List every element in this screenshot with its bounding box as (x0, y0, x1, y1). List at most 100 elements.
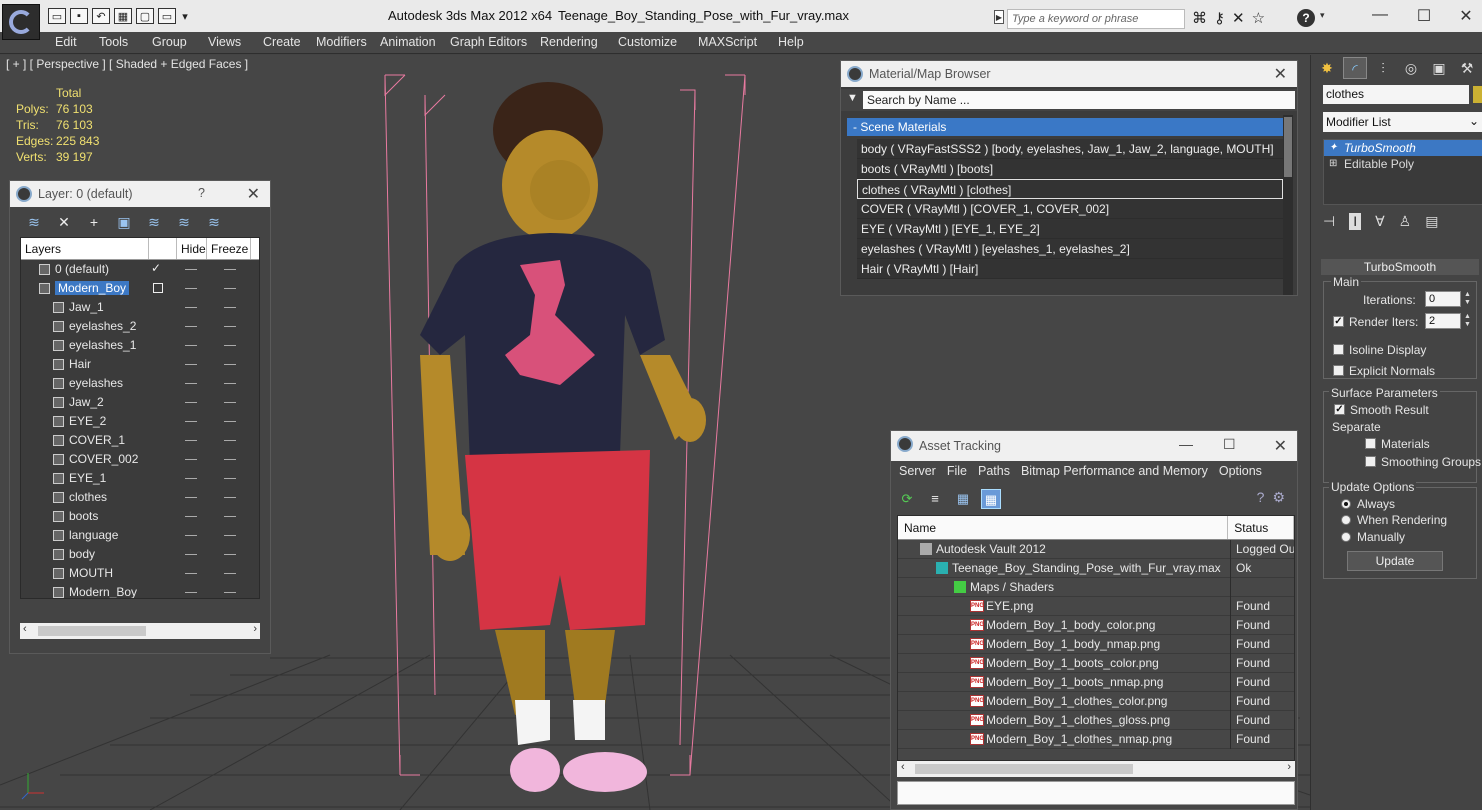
delete-layer-icon[interactable]: ✕ (54, 213, 74, 231)
material-item[interactable]: body ( VRayFastSSS2 ) [body, eyelashes, … (857, 139, 1283, 159)
menu-maxscript[interactable]: MAXScript (698, 35, 757, 49)
hide-toggle[interactable] (185, 383, 197, 384)
menu-customize[interactable]: Customize (618, 35, 677, 49)
freeze-toggle[interactable] (224, 364, 236, 365)
hide-toggle[interactable] (185, 497, 197, 498)
asset-path-field[interactable] (897, 781, 1295, 805)
menu-graph-editors[interactable]: Graph Editors (450, 35, 527, 49)
scroll-thumb[interactable] (1284, 117, 1292, 177)
materials-checkbox[interactable] (1365, 438, 1376, 449)
freeze-toggle[interactable] (224, 288, 236, 289)
update-button[interactable]: Update (1347, 551, 1443, 571)
make-unique-icon[interactable]: ∀ (1375, 213, 1385, 230)
menu-rendering[interactable]: Rendering (540, 35, 598, 49)
search-expand-icon[interactable]: ▶ (994, 10, 1004, 24)
layer-row[interactable]: Jaw_1 (21, 298, 259, 317)
list-view-icon[interactable]: ≡ (925, 489, 945, 509)
hide-all-icon[interactable]: ≋ (174, 213, 194, 231)
freeze-toggle[interactable] (224, 497, 236, 498)
always-radio[interactable] (1341, 499, 1351, 509)
remove-modifier-icon[interactable]: ♙ (1399, 213, 1412, 230)
stack-item-turbosmooth[interactable]: ✦ TurboSmooth (1324, 140, 1482, 156)
utilities-tab-icon[interactable]: ⚒ (1455, 57, 1479, 79)
hierarchy-tab-icon[interactable]: ⫶ (1371, 57, 1395, 79)
menu-group[interactable]: Group (152, 35, 187, 49)
undo-icon[interactable]: ↶ (92, 8, 110, 24)
highlight-layer-icon[interactable]: ≋ (144, 213, 164, 231)
close-icon[interactable]: ✕ (1456, 6, 1476, 26)
menu-modifiers[interactable]: Modifiers (316, 35, 367, 49)
asset-row[interactable]: PNG Modern_Boy_1_body_color.png Found (898, 616, 1294, 635)
asset-row[interactable]: PNG Modern_Boy_1_clothes_gloss.png Found (898, 711, 1294, 730)
lightbulb-icon[interactable]: ✦ (1329, 142, 1337, 153)
menu-file[interactable]: File (947, 464, 967, 478)
freeze-toggle[interactable] (224, 573, 236, 574)
turbosmooth-rollout[interactable]: TurboSmooth (1321, 259, 1479, 275)
layer-row[interactable]: MOUTH (21, 564, 259, 583)
freeze-toggle[interactable] (224, 478, 236, 479)
scroll-left-icon[interactable]: ‹ (901, 761, 905, 773)
app-logo-icon[interactable] (2, 4, 40, 40)
pin-stack-icon[interactable]: ⊣ (1323, 213, 1335, 230)
close-icon[interactable]: ✕ (1274, 436, 1287, 456)
maximize-icon[interactable]: ☐ (1223, 436, 1236, 453)
layer-row[interactable]: Hair (21, 355, 259, 374)
layer-row[interactable]: Modern_Boy (21, 583, 259, 598)
asset-row[interactable]: PNG Modern_Boy_1_clothes_color.png Found (898, 692, 1294, 711)
settings-icon[interactable]: ⚙ (1272, 489, 1285, 506)
scroll-thumb[interactable] (38, 626, 146, 636)
table-view-icon[interactable]: ▦ (981, 489, 1001, 509)
freeze-toggle[interactable] (224, 383, 236, 384)
maximize-icon[interactable]: ☐ (1414, 6, 1434, 26)
refresh-icon[interactable]: ⟳ (897, 489, 917, 509)
hide-toggle[interactable] (185, 535, 197, 536)
asset-row[interactable]: PNG Modern_Boy_1_clothes_nmap.png Found (898, 730, 1294, 749)
freeze-toggle[interactable] (224, 440, 236, 441)
iterations-spinner[interactable]: 0 (1425, 291, 1461, 307)
asset-row[interactable]: Maps / Shaders (898, 578, 1294, 597)
hide-toggle[interactable] (185, 345, 197, 346)
object-name-field[interactable]: clothes (1323, 85, 1469, 104)
display-tab-icon[interactable]: ▣ (1427, 57, 1451, 79)
hide-toggle[interactable] (185, 554, 197, 555)
scroll-right-icon[interactable]: › (1287, 761, 1291, 773)
hide-toggle[interactable] (185, 478, 197, 479)
hide-toggle[interactable] (185, 440, 197, 441)
star-icon[interactable]: ☆ (1252, 9, 1265, 27)
minimize-icon[interactable]: — (1179, 436, 1193, 452)
expand-icon[interactable]: ⊞ (1329, 158, 1337, 169)
asset-row[interactable]: Teenage_Boy_Standing_Pose_with_Fur_vray.… (898, 559, 1294, 578)
menu-options[interactable]: Options (1219, 464, 1262, 478)
layer-row[interactable]: boots (21, 507, 259, 526)
layer-row[interactable]: body (21, 545, 259, 564)
hide-toggle[interactable] (185, 573, 197, 574)
smoothing-groups-checkbox[interactable] (1365, 456, 1376, 467)
freeze-toggle[interactable] (224, 459, 236, 460)
scroll-left-icon[interactable]: ‹ (23, 623, 27, 635)
scroll-right-icon[interactable]: › (253, 623, 257, 635)
layer-row[interactable]: eyelashes_1 (21, 336, 259, 355)
close-icon[interactable]: ✕ (247, 184, 260, 204)
col-status[interactable]: Status (1228, 516, 1294, 539)
hide-toggle[interactable] (185, 307, 197, 308)
freeze-toggle[interactable] (224, 554, 236, 555)
layer-row[interactable]: clothes (21, 488, 259, 507)
isoline-checkbox[interactable] (1333, 344, 1344, 355)
asset-horizontal-scrollbar[interactable]: ‹ › (897, 761, 1295, 777)
menu-paths[interactable]: Paths (978, 464, 1010, 478)
layer-row[interactable]: eyelashes_2 (21, 317, 259, 336)
asset-tracking-titlebar[interactable]: Asset Tracking — ☐ ✕ (891, 431, 1297, 461)
asset-row[interactable]: PNG EYE.png Found (898, 597, 1294, 616)
material-item[interactable]: EYE ( VRayMtl ) [EYE_1, EYE_2] (857, 219, 1283, 239)
asset-row[interactable]: PNG Modern_Boy_1_boots_color.png Found (898, 654, 1294, 673)
layer-row[interactable]: COVER_002 (21, 450, 259, 469)
layer-horizontal-scrollbar[interactable]: ‹ › (20, 623, 260, 639)
material-item[interactable]: Hair ( VRayMtl ) [Hair] (857, 259, 1283, 279)
current-layer-check-icon[interactable]: ✓ (151, 261, 161, 275)
hide-toggle[interactable] (185, 459, 197, 460)
layer-row[interactable]: 0 (default) ✓ (21, 260, 259, 279)
configure-sets-icon[interactable]: ▤ (1425, 213, 1438, 230)
add-to-layer-icon[interactable]: + (84, 213, 104, 231)
freeze-toggle[interactable] (224, 535, 236, 536)
layer-row[interactable]: COVER_1 (21, 431, 259, 450)
